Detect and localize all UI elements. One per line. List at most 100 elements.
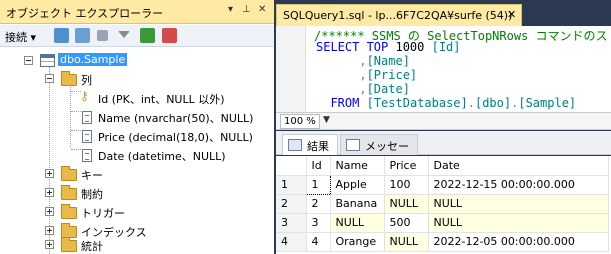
code-line: ,[Name] xyxy=(316,54,410,68)
code-line: FROM [TestDatabase].[dbo].[Sample] xyxy=(330,96,577,110)
row-number[interactable]: 2 xyxy=(276,194,307,214)
table-cell[interactable]: 100 xyxy=(384,175,429,195)
query-tab[interactable]: SQLQuery1.sql - lp...6F7C2QA¥surfe (54))… xyxy=(276,4,522,26)
folder-icon xyxy=(61,166,77,181)
table-cell[interactable]: 2022-12-15 00:00:00.000 xyxy=(428,175,609,195)
tree-node-label[interactable]: 列 xyxy=(81,72,92,88)
expand-icon[interactable] xyxy=(45,169,54,178)
expand-icon[interactable] xyxy=(45,188,54,197)
tree-node-label[interactable]: トリガー xyxy=(81,205,125,221)
connect-button[interactable]: 接続 ▾ xyxy=(5,29,36,45)
column-icon xyxy=(82,111,92,124)
table-row[interactable]: 3 3 NULL 500 NULL xyxy=(276,213,609,233)
table-cell[interactable]: NULL xyxy=(428,194,609,214)
table-cell[interactable]: 1 xyxy=(305,174,331,195)
code-line: ,[Price] xyxy=(316,68,418,82)
table-cell[interactable]: Orange xyxy=(330,232,385,252)
disconnect-icon[interactable] xyxy=(75,28,90,43)
object-explorer-toolbar: 接続 ▾ xyxy=(0,25,274,47)
code-line: ,[Date] xyxy=(316,82,410,96)
object-explorer-tree: dbo.Sample 列 ⚷ Id (PK、int、NULL 以外) Name … xyxy=(0,48,274,254)
connect-object-icon[interactable] xyxy=(54,28,69,43)
tab-messages[interactable]: メッセージ xyxy=(340,134,418,169)
collapse-icon[interactable] xyxy=(24,56,33,65)
tree-node-column-name[interactable]: Name (nvarchar(50)、NULL) xyxy=(80,108,270,126)
grid-icon xyxy=(288,139,302,151)
tree-node-table[interactable]: dbo.Sample xyxy=(18,52,218,70)
row-number[interactable]: 1 xyxy=(276,175,307,195)
tree-node-label[interactable]: 統計 xyxy=(81,238,103,254)
table-cell[interactable]: Apple xyxy=(330,175,385,195)
sql-editor[interactable]: /****** SSMS の SelectTopNRows コマンドのス SEL… xyxy=(276,26,611,112)
document-tab-bar: SQLQuery1.sql - lp...6F7C2QA¥surfe (54))… xyxy=(276,0,611,26)
results-table: Id Name Price Date 1 1 Apple 100 2022-12… xyxy=(276,156,609,252)
table-cell[interactable]: 500 xyxy=(384,213,429,233)
table-row[interactable]: 2 2 Banana NULL NULL xyxy=(276,194,609,214)
table-cell[interactable]: 3 xyxy=(306,213,331,233)
folder-icon xyxy=(61,71,77,86)
column-header[interactable]: Id xyxy=(306,156,331,176)
table-cell[interactable]: 2022-12-05 00:00:00.000 xyxy=(428,232,609,252)
stop-icon[interactable] xyxy=(97,30,108,41)
tree-node-label[interactable]: Price (decimal(18,0)、NULL) xyxy=(98,129,253,145)
table-cell[interactable]: Banana xyxy=(330,194,385,214)
expand-icon[interactable] xyxy=(45,207,54,216)
tree-node-label[interactable]: Name (nvarchar(50)、NULL) xyxy=(98,110,253,126)
object-explorer-title: オブジェクト エクスプローラー xyxy=(6,7,164,20)
tree-node-label[interactable]: Id (PK、int、NULL 以外) xyxy=(98,91,225,107)
table-cell[interactable]: NULL xyxy=(384,194,429,214)
object-explorer-title-bar: オブジェクト エクスプローラー ▾ ⊥ ✕ xyxy=(0,0,274,24)
table-cell[interactable]: NULL xyxy=(428,213,609,233)
column-header[interactable]: Name xyxy=(330,156,385,176)
tree-node-column-id[interactable]: ⚷ Id (PK、int、NULL 以外) xyxy=(80,89,270,107)
results-tab-bar: 結果 メッセージ xyxy=(276,131,611,169)
collapse-icon[interactable] xyxy=(45,74,54,83)
tree-node-columns-folder[interactable]: 列 xyxy=(40,70,140,88)
tab-results[interactable]: 結果 xyxy=(282,134,338,155)
filter-icon[interactable] xyxy=(118,31,130,38)
folder-icon xyxy=(61,204,77,219)
row-number[interactable]: 4 xyxy=(276,232,307,252)
table-cell[interactable]: NULL xyxy=(384,232,429,252)
refresh-icon[interactable] xyxy=(140,28,155,43)
tree-node-column-date[interactable]: Date (datetime、NULL) xyxy=(80,146,270,164)
zoom-select[interactable]: 100 % xyxy=(280,114,320,129)
tree-node-label[interactable]: 制約 xyxy=(81,186,103,202)
close-icon[interactable]: ✕ xyxy=(258,4,266,15)
row-number-header[interactable] xyxy=(276,156,307,176)
expand-icon[interactable] xyxy=(45,240,54,249)
tree-node-label[interactable]: キー xyxy=(81,167,103,183)
activity-monitor-icon[interactable] xyxy=(162,28,177,43)
query-tab-title[interactable]: SQLQuery1.sql - lp...6F7C2QA¥surfe (54)) xyxy=(283,9,512,22)
dropdown-icon[interactable]: ▾ xyxy=(228,4,233,15)
tree-node-triggers-folder[interactable]: トリガー xyxy=(40,203,160,221)
message-icon xyxy=(346,139,360,151)
table-cell[interactable]: 2 xyxy=(306,194,331,214)
results-grid[interactable]: Id Name Price Date 1 1 Apple 100 2022-12… xyxy=(276,156,611,254)
tree-node-column-price[interactable]: Price (decimal(18,0)、NULL) xyxy=(80,127,270,145)
zoom-bar: 100 % ▼ xyxy=(276,112,611,130)
table-row[interactable]: 1 1 Apple 100 2022-12-15 00:00:00.000 xyxy=(276,174,609,195)
tree-node-constraints-folder[interactable]: 制約 xyxy=(40,184,160,202)
row-number[interactable]: 3 xyxy=(276,213,307,233)
table-row[interactable]: 4 4 Orange NULL 2022-12-05 00:00:00.000 xyxy=(276,232,609,252)
object-explorer-panel: オブジェクト エクスプローラー ▾ ⊥ ✕ 接続 ▾ dbo.Sample 列 xyxy=(0,0,274,254)
tree-node-statistics-folder[interactable]: 統計 xyxy=(40,236,160,254)
key-icon: ⚷ xyxy=(80,89,89,103)
tree-node-keys-folder[interactable]: キー xyxy=(40,165,160,183)
close-icon[interactable]: ✕ xyxy=(507,8,516,21)
tab-results-label[interactable]: 結果 xyxy=(307,138,329,154)
tree-node-table-label[interactable]: dbo.Sample xyxy=(58,53,128,66)
table-cell[interactable]: NULL xyxy=(330,213,385,233)
column-icon xyxy=(82,149,92,162)
table-cell[interactable]: 4 xyxy=(306,232,331,252)
chevron-down-icon[interactable]: ▼ xyxy=(323,115,330,125)
column-header[interactable]: Date xyxy=(428,156,609,176)
table-icon xyxy=(40,54,55,67)
column-icon xyxy=(82,130,92,143)
table-header-row: Id Name Price Date xyxy=(276,156,609,176)
pin-icon[interactable]: ⊥ xyxy=(242,4,251,15)
column-header[interactable]: Price xyxy=(384,156,429,176)
tree-node-label[interactable]: Date (datetime、NULL) xyxy=(98,148,226,164)
expand-icon[interactable] xyxy=(45,226,54,235)
